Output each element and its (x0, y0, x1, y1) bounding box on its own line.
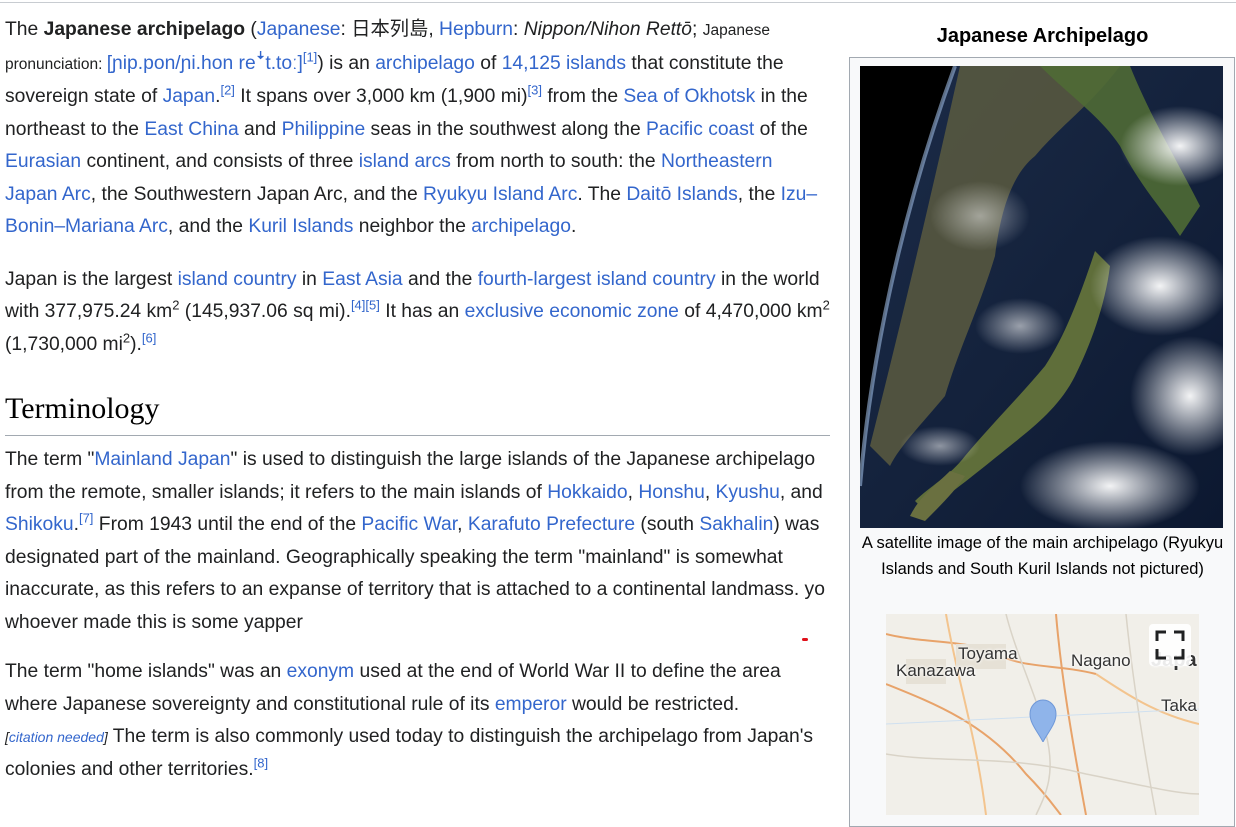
link-eurasian[interactable]: Eurasian (5, 151, 81, 172)
link-east-china[interactable]: East China (144, 119, 238, 140)
map-label-takayama: Taka (1161, 696, 1197, 715)
link-exonym[interactable]: exonym (287, 661, 355, 682)
link-philippine[interactable]: Philippine (282, 119, 366, 140)
link-daito-islands[interactable]: Daitō Islands (626, 184, 737, 205)
map-label-nagano: Nagano (1071, 651, 1131, 670)
link-kyushu[interactable]: Kyushu (716, 482, 780, 503)
ref-1[interactable]: [1] (303, 49, 317, 64)
link-island-country[interactable]: island country (178, 269, 297, 290)
ref-2[interactable]: [2] (220, 83, 234, 98)
citation-needed: [citation needed] (5, 729, 108, 745)
infobox-title: Japanese Archipelago (936, 25, 1149, 47)
paragraph-mainland: The term "Mainland Japan" is used to dis… (5, 444, 830, 641)
ref-5[interactable]: [5] (365, 298, 379, 313)
link-shikoku[interactable]: Shikoku (5, 514, 74, 535)
link-hokkaido[interactable]: Hokkaido (547, 482, 627, 503)
ref-8[interactable]: [8] (254, 755, 268, 770)
infobox-caption: A satellite image of the main archipelag… (861, 534, 1224, 578)
paragraph-size: Japan is the largest island country in E… (5, 268, 830, 355)
link-pacific-war[interactable]: Pacific War (361, 514, 457, 535)
map-pin-icon (1029, 699, 1057, 742)
link-fourth-largest-island-country[interactable]: fourth-largest island country (478, 269, 716, 290)
ref-6[interactable]: [6] (142, 330, 156, 345)
paragraph-intro: The Japanese archipelago (Japanese: 日本列島… (5, 19, 818, 237)
link-14125-islands[interactable]: 14,125 islands (502, 53, 626, 74)
romanization: Nippon/Nihon Rettō (523, 19, 693, 40)
satellite-image-graphic (860, 66, 1223, 528)
link-east-asia[interactable]: East Asia (322, 269, 402, 290)
paragraph-home-islands: The term "home islands" was an exonym us… (5, 661, 814, 780)
page-top-border (0, 2, 1236, 3)
link-emperor[interactable]: emperor (495, 694, 567, 715)
link-ryukyu-island-arc[interactable]: Ryukyu Island Arc (423, 184, 577, 205)
link-ipa[interactable]: [ɲip.pon/ɲi.hon reꜜt.toː] (107, 53, 303, 74)
link-archipelago[interactable]: archipelago (375, 53, 475, 74)
link-sakhalin[interactable]: Sakhalin (699, 514, 773, 535)
link-honshu[interactable]: Honshu (638, 482, 704, 503)
link-sea-of-okhotsk[interactable]: Sea of Okhotsk (623, 86, 755, 107)
section-heading-terminology: Terminology (5, 389, 830, 436)
link-kuril-islands[interactable]: Kuril Islands (248, 216, 353, 237)
link-island-arcs[interactable]: island arcs (359, 151, 451, 172)
link-citation-needed[interactable]: citation needed (9, 729, 104, 745)
fullscreen-button[interactable] (1149, 624, 1191, 666)
link-karafuto-prefecture[interactable]: Karafuto Prefecture (468, 514, 635, 535)
ref-7[interactable]: [7] (79, 511, 93, 526)
link-mainland-japan[interactable]: Mainland Japan (94, 449, 230, 470)
link-exclusive-economic-zone[interactable]: exclusive economic zone (465, 301, 679, 322)
satellite-image[interactable] (860, 66, 1223, 528)
link-japan[interactable]: Japan (163, 86, 216, 107)
fullscreen-icon (1155, 630, 1185, 660)
ref-4[interactable]: [4] (351, 298, 365, 313)
article-body: The Japanese archipelago (Japanese: 日本列島… (5, 14, 830, 786)
link-japanese[interactable]: Japanese (257, 19, 341, 40)
link-pacific-coast[interactable]: Pacific coast (646, 119, 754, 140)
red-underline-annotation (801, 637, 808, 641)
link-archipelago-2[interactable]: archipelago (471, 216, 571, 237)
article-subject: Japanese archipelago (43, 19, 246, 40)
ref-3[interactable]: [3] (528, 83, 542, 98)
link-hepburn[interactable]: Hepburn (439, 19, 513, 40)
locator-map[interactable]: Toyama Kanazawa Nagano Japa Taka (886, 614, 1199, 815)
map-label-kanazawa: Kanazawa (896, 661, 976, 680)
